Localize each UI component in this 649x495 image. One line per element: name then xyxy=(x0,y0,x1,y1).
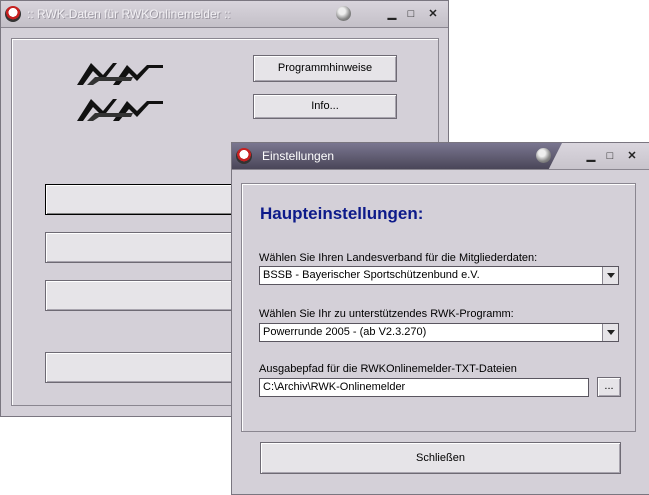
main-window-title: :: RWK-Daten für RWKOnlinemelder :: xyxy=(27,7,231,21)
landesverband-select[interactable]: BSSB - Bayerischer Sportschützenbund e.V… xyxy=(259,266,619,285)
settings-window: Einstellungen ▁ □ ✕ Haupteinstellungen: … xyxy=(231,142,649,495)
club-logo-icon xyxy=(77,99,163,121)
maximize-button[interactable]: □ xyxy=(602,148,618,164)
close-button[interactable]: ✕ xyxy=(624,148,640,164)
schliessen-button[interactable]: Schließen xyxy=(260,442,621,474)
ausgabepfad-input[interactable]: C:\Archiv\RWK-Onlinemelder xyxy=(259,378,589,397)
chevron-down-icon[interactable] xyxy=(602,267,618,284)
maximize-button[interactable]: □ xyxy=(403,6,419,22)
landesverband-label: Wählen Sie Ihren Landesverband für die M… xyxy=(259,252,538,264)
info-button[interactable]: Info... xyxy=(253,94,397,119)
browse-button[interactable]: ... xyxy=(597,377,621,397)
main-window-titlebar[interactable]: :: RWK-Daten für RWKOnlinemelder :: ▁ □ … xyxy=(1,1,448,28)
close-button[interactable]: ✕ xyxy=(425,6,441,22)
app-target-icon[interactable] xyxy=(236,148,252,164)
settings-window-titlebar[interactable]: Einstellungen ▁ □ ✕ xyxy=(232,143,649,170)
rwk-programm-label: Wählen Sie Ihr zu unterstützendes RWK-Pr… xyxy=(259,308,514,320)
app-target-icon[interactable] xyxy=(5,6,21,22)
minimize-button[interactable]: ▁ xyxy=(384,6,400,22)
club-logo-icon xyxy=(77,63,163,85)
settings-heading: Haupteinstellungen: xyxy=(260,204,424,223)
chevron-down-icon[interactable] xyxy=(602,324,618,341)
ausgabepfad-label: Ausgabepfad für die RWKOnlinemelder-TXT-… xyxy=(259,363,517,375)
pin-icon[interactable] xyxy=(336,6,351,21)
settings-window-title: Einstellungen xyxy=(262,149,335,163)
rwk-programm-select[interactable]: Powerrunde 2005 - (ab V2.3.270) xyxy=(259,323,619,342)
programmhinweise-button[interactable]: Programmhinweise xyxy=(253,55,397,82)
pin-icon[interactable] xyxy=(536,148,551,163)
minimize-button[interactable]: ▁ xyxy=(583,148,599,164)
